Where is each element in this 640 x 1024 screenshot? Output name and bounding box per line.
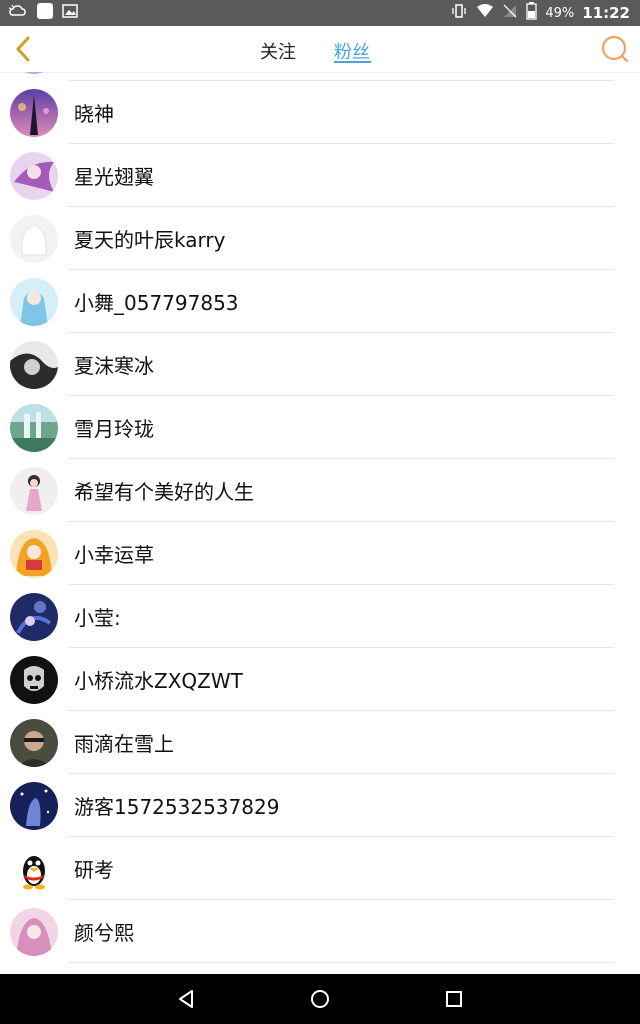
avatar[interactable] <box>10 214 58 263</box>
fan-list-item[interactable]: 颜兮熙 <box>0 900 640 963</box>
search-icon <box>601 35 629 63</box>
system-nav-bar <box>0 974 640 1024</box>
avatar[interactable] <box>10 592 58 641</box>
avatar[interactable] <box>10 466 58 515</box>
image-notification-icon <box>62 3 78 23</box>
avatar[interactable] <box>10 844 58 893</box>
fan-name: 小桥流水ZXQZWT <box>74 669 243 693</box>
fan-name: 小舞_057797853 <box>74 291 239 315</box>
back-button[interactable] <box>6 32 40 66</box>
circle-home-icon <box>311 990 329 1008</box>
avatar[interactable] <box>10 655 58 704</box>
fan-list-item[interactable]: 小桥流水ZXQZWT <box>0 648 640 711</box>
fan-list-item[interactable]: 研考 <box>0 837 640 900</box>
avatar[interactable] <box>10 403 58 452</box>
avatar[interactable] <box>10 72 58 74</box>
triangle-back-icon <box>179 990 193 1008</box>
fan-list-item[interactable]: 小莹: <box>0 585 640 648</box>
fan-name: 夏沫寒冰 <box>74 354 154 378</box>
fan-list-item[interactable]: 心之梦，雪的控制者 <box>0 72 640 81</box>
fan-list-item[interactable]: 雨滴在雪上 <box>0 711 640 774</box>
battery-icon <box>526 2 537 24</box>
fan-name: 雪月玲珑 <box>74 417 154 441</box>
fan-list-item[interactable]: 小舞_057797853 <box>0 270 640 333</box>
clock: 11:22 <box>582 4 630 22</box>
square-recents-icon <box>446 991 462 1007</box>
fan-list-item[interactable]: 夏天的叶辰karry <box>0 207 640 270</box>
avatar[interactable] <box>10 781 58 830</box>
chevron-left-icon <box>16 36 30 62</box>
no-signal-icon <box>502 3 518 23</box>
fan-name: 颜兮熙 <box>74 921 134 945</box>
top-nav-header: 关注 粉丝 <box>0 26 640 73</box>
fan-list-item[interactable]: 雪月玲珑 <box>0 396 640 459</box>
fan-name: 晓神 <box>74 102 114 126</box>
nav-back-button[interactable] <box>173 986 199 1012</box>
tab-fans[interactable]: 粉丝 <box>334 38 370 64</box>
fans-list[interactable]: 心之梦，雪的控制者晓神星光翅翼夏天的叶辰karry 小舞_057797853 夏沫寒… <box>0 72 640 974</box>
fan-name: 游客1572532537829 <box>74 795 280 819</box>
tab-following[interactable]: 关注 <box>260 38 296 64</box>
avatar[interactable] <box>10 718 58 767</box>
avatar[interactable] <box>10 88 58 137</box>
fan-name: 夏天的叶辰karry <box>74 228 226 252</box>
nav-home-button[interactable] <box>307 986 333 1012</box>
tab-bar: 关注 粉丝 <box>0 26 640 72</box>
fan-name: 研考 <box>74 858 114 882</box>
fan-list-item[interactable]: 小幸运草 <box>0 522 640 585</box>
avatar[interactable] <box>10 529 58 578</box>
fan-name: 小莹: <box>74 606 121 630</box>
wifi-icon <box>476 3 494 23</box>
vibrate-icon <box>450 3 468 23</box>
app-notification-icon <box>36 2 54 24</box>
status-bar: 49% 11:22 <box>0 0 640 26</box>
fan-name: 星光翅翼 <box>74 165 154 189</box>
avatar[interactable] <box>10 277 58 326</box>
avatar[interactable] <box>10 340 58 389</box>
avatar[interactable] <box>10 907 58 956</box>
fan-list-item[interactable]: 希望有个美好的人生 <box>0 459 640 522</box>
fan-list-item[interactable]: 夏沫寒冰 <box>0 333 640 396</box>
fan-list-item[interactable]: 星光翅翼 <box>0 144 640 207</box>
fan-list-item[interactable]: 晓神 <box>0 81 640 144</box>
weather-icon <box>8 3 28 23</box>
fan-list-item[interactable]: 游客1572532537829 <box>0 774 640 837</box>
search-button[interactable] <box>598 32 632 66</box>
nav-recents-button[interactable] <box>441 986 467 1012</box>
fan-name: 小幸运草 <box>74 543 154 567</box>
fan-name: 雨滴在雪上 <box>74 732 174 756</box>
avatar[interactable] <box>10 151 58 200</box>
fan-name: 希望有个美好的人生 <box>74 480 254 504</box>
battery-percent: 49% <box>545 5 575 21</box>
